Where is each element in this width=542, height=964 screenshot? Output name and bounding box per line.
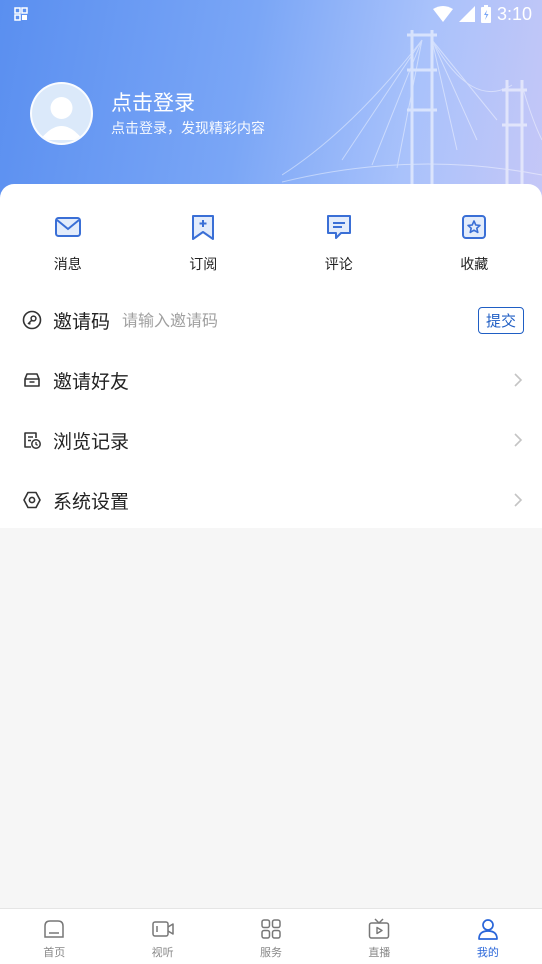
invite-code-input[interactable] <box>122 310 478 330</box>
tab-home[interactable]: 首页 <box>0 909 108 964</box>
comment-icon <box>326 215 351 239</box>
submit-button[interactable]: 提交 <box>477 306 524 334</box>
tab-label: 我的 <box>476 946 499 959</box>
chevron-right-icon <box>514 493 523 507</box>
menu-item-label: 系统设置 <box>53 490 130 513</box>
video-icon <box>151 921 174 937</box>
tab-live[interactable]: 直播 <box>325 909 433 964</box>
tab-label: 首页 <box>43 946 66 959</box>
quick-actions: 消息 订阅 评论 收藏 <box>0 184 542 288</box>
tv-icon <box>369 918 390 939</box>
tab-me[interactable]: 我的 <box>434 909 542 964</box>
quick-action-label: 评论 <box>324 257 353 273</box>
subscribe-bookmark-icon <box>192 215 215 240</box>
wifi-icon <box>432 6 453 22</box>
tab-label: 视听 <box>151 946 174 959</box>
quick-action-favorites[interactable]: 收藏 <box>407 212 542 288</box>
login-area[interactable]: 点击登录 点击登录，发现精彩内容 <box>30 82 265 145</box>
status-bar: 3:10 <box>0 0 542 28</box>
login-subtitle: 点击登录，发现精彩内容 <box>111 120 265 137</box>
menu-card: 消息 订阅 评论 收藏 邀请码 请输入邀请码 提交 邀请好友 浏览记录 系统设置 <box>0 184 542 528</box>
bottom-tab-bar: 首页 视听 服务 直播 我的 <box>0 908 542 964</box>
menu-item-history[interactable]: 浏览记录 <box>0 410 542 470</box>
chevron-right-icon <box>514 373 523 387</box>
default-user-icon <box>40 97 83 140</box>
bridge-background-image <box>282 30 542 200</box>
settings-icon <box>23 491 41 509</box>
battery-icon <box>480 5 491 23</box>
menu-item-label: 浏览记录 <box>53 430 130 453</box>
menu-item-invite-friends[interactable]: 邀请好友 <box>0 350 542 410</box>
avatar[interactable] <box>30 82 93 145</box>
history-icon <box>24 432 41 449</box>
notification-grid-icon <box>14 7 28 21</box>
quick-action-messages[interactable]: 消息 <box>0 212 136 288</box>
quick-action-label: 收藏 <box>460 257 489 273</box>
quick-action-label: 订阅 <box>189 257 218 273</box>
quick-action-comments[interactable]: 评论 <box>271 212 407 288</box>
chevron-right-icon <box>514 433 523 447</box>
login-title[interactable]: 点击登录 <box>111 88 265 118</box>
key-icon <box>22 310 42 330</box>
star-icon <box>462 215 487 239</box>
invite-code-row: 邀请码 提交 <box>0 290 542 350</box>
grid-icon <box>261 919 281 939</box>
invite-code-label: 邀请码 <box>53 310 111 333</box>
profile-header: 3:10 点击登录 点击登录，发现精彩内容 <box>0 0 542 200</box>
status-time: 3:10 <box>496 3 532 24</box>
quick-action-label: 消息 <box>53 257 82 273</box>
tab-video[interactable]: 视听 <box>108 909 216 964</box>
menu-item-label: 邀请好友 <box>53 370 130 393</box>
tab-label: 服务 <box>260 946 283 959</box>
home-icon <box>44 920 64 938</box>
tab-services[interactable]: 服务 <box>217 909 325 964</box>
mail-icon <box>54 217 81 237</box>
tab-label: 直播 <box>368 946 391 959</box>
user-icon <box>477 919 498 940</box>
menu-item-settings[interactable]: 系统设置 <box>0 470 542 530</box>
quick-action-subscribe[interactable]: 订阅 <box>136 212 272 288</box>
cellular-signal-icon <box>458 6 475 22</box>
envelope-icon <box>24 373 40 387</box>
